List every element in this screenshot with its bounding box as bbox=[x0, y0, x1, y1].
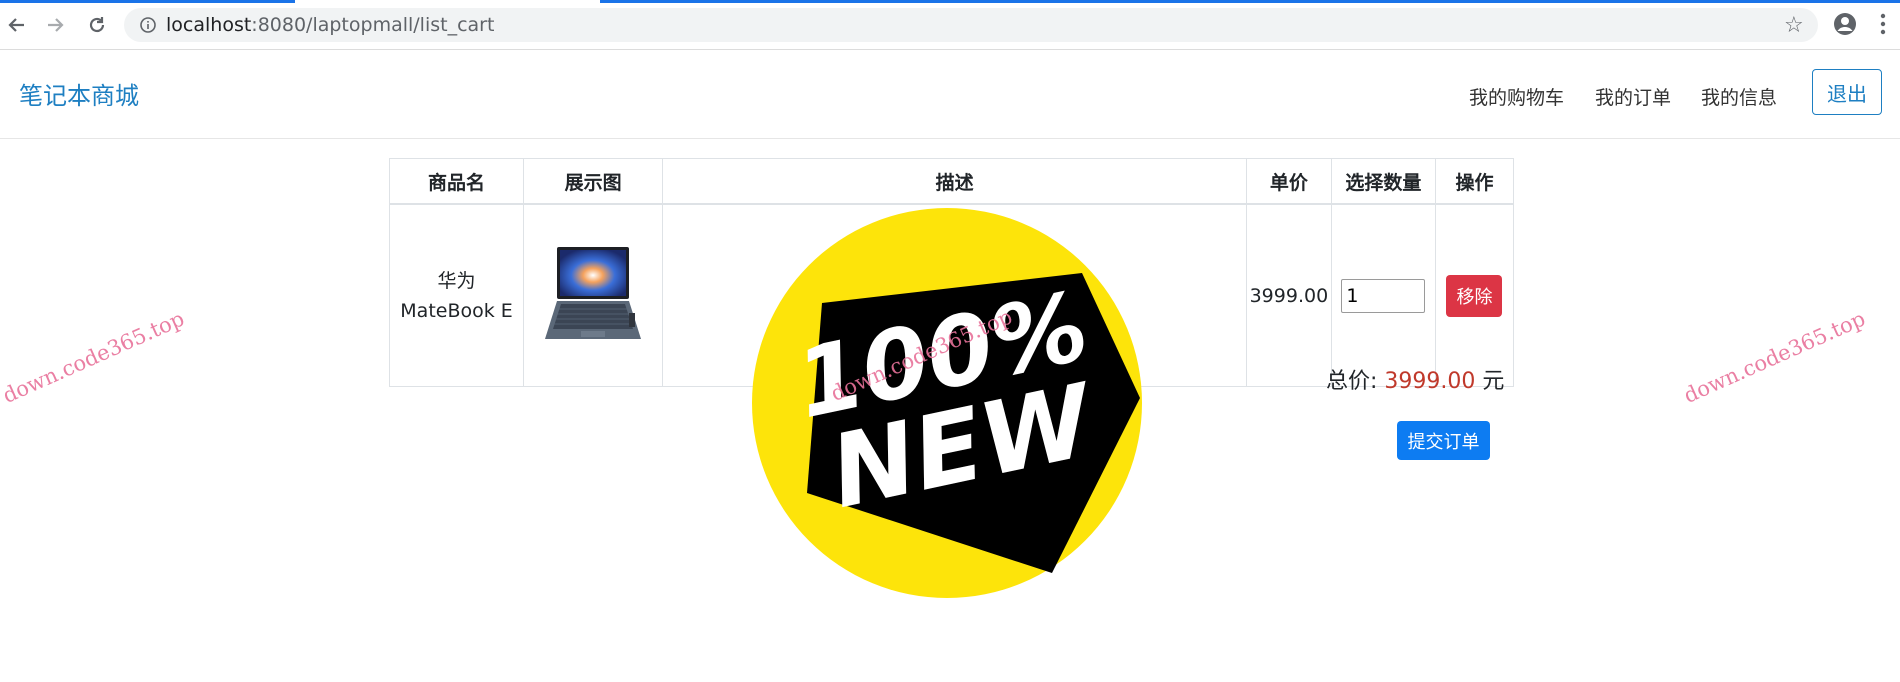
kebab-menu-icon[interactable] bbox=[1880, 12, 1886, 36]
header-quantity: 选择数量 bbox=[1330, 158, 1436, 205]
submit-order-button[interactable]: 提交订单 bbox=[1397, 421, 1490, 460]
header-image: 展示图 bbox=[523, 158, 664, 205]
total-label: 总价: bbox=[1326, 369, 1378, 394]
total-unit: 元 bbox=[1482, 369, 1505, 394]
header-description: 描述 bbox=[662, 158, 1247, 205]
address-bar[interactable]: localhost:8080/laptopmall/list_cart ☆ bbox=[124, 8, 1818, 42]
header-action: 操作 bbox=[1434, 158, 1515, 205]
tab-strip-indicator bbox=[0, 0, 295, 3]
quantity-input[interactable] bbox=[1341, 278, 1426, 313]
back-button[interactable] bbox=[4, 12, 30, 38]
url-path: :8080/laptopmall/list_cart bbox=[251, 14, 495, 36]
brand-link[interactable]: 笔记本商城 bbox=[19, 76, 139, 111]
bookmark-star-icon[interactable]: ☆ bbox=[1784, 13, 1804, 38]
watermark-right: down.code365.top bbox=[1680, 306, 1869, 408]
new-product-sticker: 100% NEW bbox=[752, 208, 1142, 598]
nav-my-orders[interactable]: 我的订单 bbox=[1595, 83, 1671, 110]
forward-button[interactable] bbox=[42, 12, 68, 38]
unit-price-cell: 3999.00 bbox=[1245, 203, 1332, 387]
product-name-line1: 华为 bbox=[437, 269, 476, 292]
arrow-right-icon bbox=[48, 18, 64, 32]
nav-my-cart[interactable]: 我的购物车 bbox=[1469, 83, 1564, 110]
watermark-left: down.code365.top bbox=[0, 306, 188, 408]
remove-button[interactable]: 移除 bbox=[1446, 274, 1503, 317]
nav-my-info[interactable]: 我的信息 bbox=[1701, 83, 1777, 110]
info-icon[interactable] bbox=[140, 17, 156, 33]
table-header-row: 商品名 展示图 描述 单价 选择数量 操作 bbox=[388, 158, 1515, 205]
page-load-progress bbox=[600, 0, 1900, 3]
action-cell: 移除 bbox=[1434, 203, 1515, 387]
laptop-image[interactable] bbox=[543, 243, 643, 343]
product-name-cell: 华为 MateBook E bbox=[388, 203, 525, 387]
total-amount: 3999.00 bbox=[1384, 369, 1476, 394]
product-image-cell bbox=[523, 203, 664, 387]
reload-button[interactable] bbox=[84, 12, 110, 38]
reload-icon bbox=[89, 17, 105, 33]
header-unit-price: 单价 bbox=[1245, 158, 1332, 205]
header-product-name: 商品名 bbox=[388, 158, 525, 205]
url-host: localhost bbox=[166, 14, 252, 36]
url-text[interactable]: localhost:8080/laptopmall/list_cart bbox=[166, 14, 494, 36]
arrow-left-icon bbox=[8, 18, 24, 32]
logout-button[interactable]: 退出 bbox=[1812, 69, 1882, 115]
cart-total: 总价: 3999.00 元 bbox=[1326, 363, 1504, 395]
site-navbar: 笔记本商城 我的购物车 我的订单 我的信息 退出 bbox=[0, 50, 1900, 139]
account-icon[interactable] bbox=[1833, 12, 1857, 36]
quantity-cell bbox=[1330, 203, 1436, 387]
browser-toolbar: localhost:8080/laptopmall/list_cart ☆ bbox=[0, 0, 1900, 50]
product-name-line2: MateBook E bbox=[400, 299, 513, 322]
